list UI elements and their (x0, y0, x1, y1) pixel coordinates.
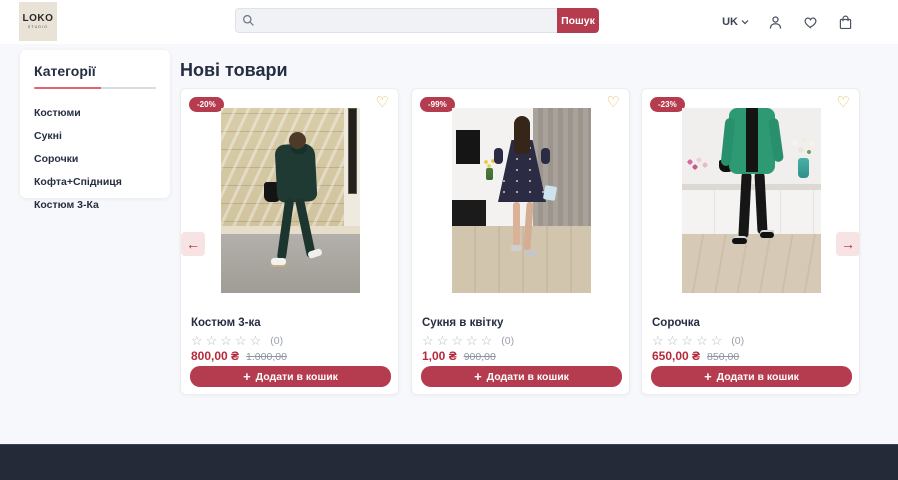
photo-hair (514, 116, 530, 154)
cart-bag-icon[interactable] (837, 14, 854, 31)
plus-icon: + (243, 370, 251, 383)
photo-ledge (221, 226, 360, 234)
photo-sleeve (494, 148, 503, 164)
star-rating-icons: ☆☆☆☆☆ (191, 333, 264, 349)
price-row: 1,00 ₴ 900,00 (422, 349, 496, 363)
photo-shoe (271, 258, 286, 265)
old-price: 900,00 (464, 351, 496, 363)
discount-badge: -23% (650, 97, 685, 112)
sidebar-item-kostiumy[interactable]: Костюми (34, 101, 156, 124)
add-to-cart-button[interactable]: + Додати в кошик (421, 366, 622, 387)
price-row: 650,00 ₴ 850,00 (652, 349, 739, 363)
search-bar: Пошук (235, 8, 599, 33)
logo[interactable]: LOKO STUDIO (19, 2, 57, 41)
sidebar-item-kofta-spidnytsia[interactable]: Кофта+Спідниця (34, 170, 156, 193)
current-price: 650,00 ₴ (652, 349, 700, 363)
search-input[interactable] (235, 8, 557, 33)
photo-fireplace (452, 200, 486, 226)
product-title[interactable]: Сорочка (652, 317, 700, 329)
favorite-heart-icon[interactable]: ♡ (607, 93, 620, 113)
discount-badge: -20% (189, 97, 224, 112)
search-button[interactable]: Пошук (557, 8, 599, 33)
plus-icon: + (704, 370, 712, 383)
categories-divider (34, 87, 156, 89)
photo-cabinets (682, 190, 821, 234)
product-title[interactable]: Костюм 3-ка (191, 317, 261, 329)
rating-row: ☆☆☆☆☆ (0) (191, 333, 283, 349)
rating-count: (0) (270, 335, 283, 347)
product-title[interactable]: Сукня в квітку (422, 317, 503, 329)
star-rating-icons: ☆☆☆☆☆ (652, 333, 725, 349)
star-rating-icons: ☆☆☆☆☆ (422, 333, 495, 349)
add-to-cart-button[interactable]: + Додати в кошик (190, 366, 391, 387)
photo-pink-flowers (684, 156, 710, 174)
language-selector[interactable]: UK (722, 16, 749, 28)
sidebar-item-sukni[interactable]: Сукні (34, 124, 156, 147)
photo-floor (682, 234, 821, 293)
wishlist-heart-icon[interactable] (802, 14, 819, 31)
footer (0, 444, 898, 480)
categories-panel: Категорії Костюми Сукні Сорочки Кофта+Сп… (20, 50, 170, 198)
product-photo[interactable] (682, 108, 821, 293)
sidebar-item-sorochky[interactable]: Сорочки (34, 147, 156, 170)
photo-vase (798, 158, 809, 178)
photo-tv (456, 130, 480, 164)
discount-badge: -99% (420, 97, 455, 112)
photo-floor (452, 226, 591, 293)
photo-pants (754, 172, 767, 234)
rating-count: (0) (731, 335, 744, 347)
header: LOKO STUDIO Пошук UK (0, 0, 898, 44)
photo-sleeve (541, 148, 550, 164)
carousel-prev-button[interactable]: ← (181, 232, 205, 256)
favorite-heart-icon[interactable]: ♡ (837, 93, 850, 113)
photo-white-flowers (789, 136, 819, 158)
carousel-next-button[interactable]: → (836, 232, 860, 256)
price-row: 800,00 ₴ 1.000,00 (191, 349, 287, 363)
old-price: 850,00 (707, 351, 739, 363)
product-photo[interactable] (221, 108, 360, 293)
page-background: LOKO STUDIO Пошук UK (0, 0, 898, 480)
product-photo[interactable] (452, 108, 591, 293)
photo-heel (511, 245, 522, 251)
page-title: Нові товари (180, 60, 288, 81)
photo-shoe (732, 236, 747, 244)
chevron-down-icon (741, 19, 749, 25)
photo-shoe (760, 230, 774, 238)
photo-shirt-opening (746, 108, 758, 172)
photo-clutch (543, 185, 557, 201)
add-to-cart-label: Додати в кошик (487, 371, 569, 383)
photo-window (348, 108, 357, 194)
old-price: 1.000,00 (246, 351, 287, 363)
logo-text: LOKO (23, 14, 54, 24)
add-to-cart-label: Додати в кошик (717, 371, 799, 383)
current-price: 800,00 ₴ (191, 349, 239, 363)
photo-hair (289, 132, 306, 149)
search-icon (242, 14, 255, 27)
logo-subtext: STUDIO (28, 25, 48, 29)
product-card: -23% ♡ Сорочка ☆☆☆☆☆ (0) 650,00 ₴ (641, 88, 860, 395)
rating-row: ☆☆☆☆☆ (0) (422, 333, 514, 349)
photo-leg (513, 202, 520, 246)
current-price: 1,00 ₴ (422, 349, 457, 363)
rating-count: (0) (501, 335, 514, 347)
plus-icon: + (474, 370, 482, 383)
photo-wood-panel (533, 108, 591, 236)
header-actions: UK (722, 0, 854, 44)
sidebar-item-kostium-3ka[interactable]: Костюм 3-Ка (34, 193, 156, 216)
photo-heel (526, 250, 537, 256)
account-icon[interactable] (767, 14, 784, 31)
photo-sidewalk (221, 234, 360, 293)
language-label: UK (722, 16, 738, 28)
add-to-cart-label: Додати в кошик (256, 371, 338, 383)
product-card: -20% ♡ Костюм 3-ка ☆☆☆☆☆ (0) 800,00 ₴ 1.… (180, 88, 399, 395)
categories-list: Костюми Сукні Сорочки Кофта+Спідниця Кос… (34, 101, 156, 216)
product-card: -99% ♡ Сукня в квітку ☆☆☆☆☆ (0) 1,00 ₴ (411, 88, 630, 395)
add-to-cart-button[interactable]: + Додати в кошик (651, 366, 852, 387)
rating-row: ☆☆☆☆☆ (0) (652, 333, 744, 349)
favorite-heart-icon[interactable]: ♡ (376, 93, 389, 113)
categories-title: Категорії (34, 63, 156, 79)
